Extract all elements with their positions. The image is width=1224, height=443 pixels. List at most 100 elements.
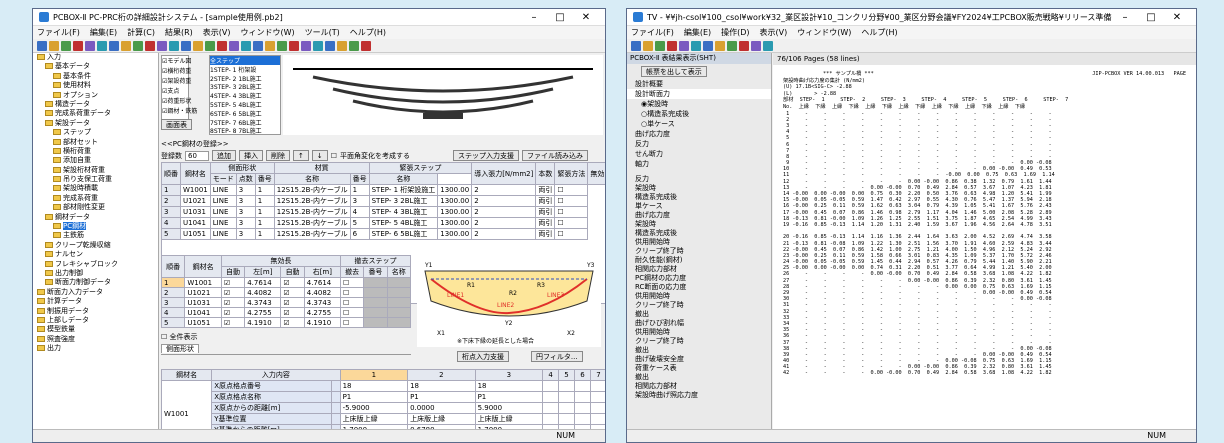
table-row[interactable]: Y基準位置 上床版上縁 上床版上縁 上床版上縁 [162,413,605,425]
table-cell[interactable]: 12S15.2B-内ケーブル [273,195,351,207]
table-row[interactable]: X原点からの距離[m] -5.9000 0.0000 5.9000 [162,402,605,414]
table-cell[interactable]: 3 [349,195,370,207]
table-cell[interactable] [558,380,576,392]
minimize-button-2[interactable]: – [1112,12,1138,23]
tree-item[interactable]: 横桁荷重 [33,147,158,156]
menu-item[interactable]: 表示(V) [760,27,788,38]
tab-side-shape[interactable]: 側面形状 [161,344,199,353]
nav-item[interactable]: クリープ終了時 [627,301,771,310]
tree-item[interactable]: 出力制御 [33,269,158,278]
tree-item[interactable]: オプション [33,91,158,100]
tree-item[interactable]: 断面力制御データ [33,278,158,287]
toolbar-tool-icon[interactable] [313,40,323,51]
table-cell[interactable]: 1300.00 [437,217,473,229]
menu-item[interactable]: 編集(E) [684,27,711,38]
tree-item[interactable]: 部材剛性変更 [33,203,158,212]
menu-item[interactable]: ファイル(F) [37,27,80,38]
table-cell[interactable] [589,413,605,425]
table-cell[interactable]: 1300.00 [437,195,473,207]
toolbar-tool-icon[interactable] [97,40,107,51]
nav-item[interactable]: 曲げ応力度 [627,129,771,139]
invalid-checkbox[interactable]: ☐ [554,228,589,240]
show-report-button[interactable]: 帳票を出して表示 [641,66,707,77]
table-cell[interactable] [363,307,388,318]
tree-item[interactable]: 入力 [33,53,158,62]
table-cell[interactable]: STEP- 6 5BL施工 [368,228,439,240]
table-cell[interactable]: 6 [349,228,370,240]
menu-item[interactable]: ヘルプ(H) [861,27,897,38]
table-cell[interactable]: P1 [407,391,476,403]
plane-angle-checkbox[interactable]: ☐ [331,152,337,160]
circle-filter-button[interactable]: 円フィルタ... [531,351,583,362]
toolbar-tool-icon[interactable] [691,40,701,51]
toolbar-tool-icon[interactable] [655,40,665,51]
nav-item[interactable]: 相関応力部材 [627,382,771,391]
step-item[interactable]: 1STEP- 1 桁架設 [210,65,280,74]
table-cell[interactable]: LINE [209,228,237,240]
table-cell[interactable] [363,317,388,328]
insert-button[interactable]: 挿入 [239,150,263,161]
table-row[interactable]: 1 W1001 ☑ 4.7614 ☑ 4.7614 ☐ [160,277,412,288]
table-row[interactable]: 3 U1031 ☑ 4.3743 ☑ 4.3743 ☐ [160,297,412,308]
table-cell[interactable]: 4.3743 [303,297,341,308]
table-cell[interactable] [363,297,388,308]
nav-item[interactable]: 反力 [627,175,771,184]
table-cell[interactable] [386,297,412,308]
table-cell[interactable]: 5.9000 [474,402,544,414]
table-cell[interactable] [574,380,591,392]
auto-left-checkbox[interactable]: ☑ [220,297,246,308]
table-cell[interactable]: 1 [349,184,370,196]
table-cell[interactable]: STEP- 4 3BL施工 [368,206,439,218]
table-cell[interactable]: 2 [471,195,537,207]
step-item[interactable]: 7STEP- 7 6BL施工 [210,118,280,127]
tree-item[interactable]: 断面力入力データ [33,288,158,297]
toolbar-tool-icon[interactable] [49,40,59,51]
toolbar-tool-icon[interactable] [337,40,347,51]
nav-item[interactable]: 荷重ケース表 [627,364,771,373]
step-item[interactable]: 3STEP- 3 2BL施工 [210,82,280,91]
table-cell[interactable]: 12S15.2B-内ケーブル [273,184,351,196]
step-item[interactable]: 6STEP- 6 5BL施工 [210,109,280,118]
table-cell[interactable]: 1 [254,206,275,218]
table-cell[interactable]: 1 [254,195,275,207]
table-cell[interactable] [589,380,605,392]
auto-right-checkbox[interactable]: ☑ [280,317,305,328]
reg-count-input[interactable]: 60 [185,150,209,161]
table-row[interactable]: 4 U1041 ☑ 4.2755 ☑ 4.2755 ☐ [160,307,412,318]
table-cell[interactable]: 18 [474,380,544,392]
table-cell[interactable]: LINE [209,184,237,196]
tree-item[interactable]: 基本条件 [33,72,158,81]
move-down-button[interactable]: ↓ [311,150,328,161]
invalid-checkbox[interactable]: ☐ [554,217,589,229]
table-cell[interactable]: 4.7614 [244,277,282,288]
menu-item[interactable]: ウィンドウ(W) [797,27,851,38]
close-button-2[interactable]: ✕ [1164,12,1190,23]
table-cell[interactable]: U1031 [184,297,222,308]
nav-item[interactable]: RC断面の応力度 [627,283,771,292]
tree-item[interactable]: フレキシャブロック [33,260,158,269]
table-cell[interactable]: 4 [349,206,370,218]
tree-item[interactable]: 添加自重 [33,156,158,165]
toolbar-tool-icon[interactable] [37,40,47,51]
table-cell[interactable] [386,277,412,288]
table-cell[interactable] [542,380,560,392]
table-row[interactable]: 4 U1041 LINE 3 1 12S15.2B-内ケーブル 5 STEP- 5 4BL施工… [161,217,606,229]
move-up-button[interactable]: ↑ [293,150,309,161]
table-cell[interactable]: LINE [209,217,237,229]
toolbar-tool-icon[interactable] [61,40,71,51]
table-cell[interactable] [574,402,591,414]
nav-item[interactable]: クリープ終了時 [627,337,771,346]
table-cell[interactable]: 4.2755 [303,307,341,318]
tree-item[interactable]: PC鋼材 [33,222,158,231]
table-cell[interactable] [386,287,412,298]
tree-item[interactable]: ナルセン [33,250,158,259]
toolbar-tool-icon[interactable] [631,40,641,51]
table-cell[interactable]: 1 [161,184,181,196]
tree-item[interactable]: 架設桁材荷重 [33,166,158,175]
tree-item[interactable]: 部材セット [33,138,158,147]
table-cell[interactable]: U1021 [184,287,222,298]
menu-item[interactable]: ウィンドウ(W) [241,27,295,38]
table-cell[interactable] [574,413,591,425]
radio-option[interactable]: ○単ケース [627,119,771,129]
menu-item[interactable]: 計算(C) [127,27,155,38]
